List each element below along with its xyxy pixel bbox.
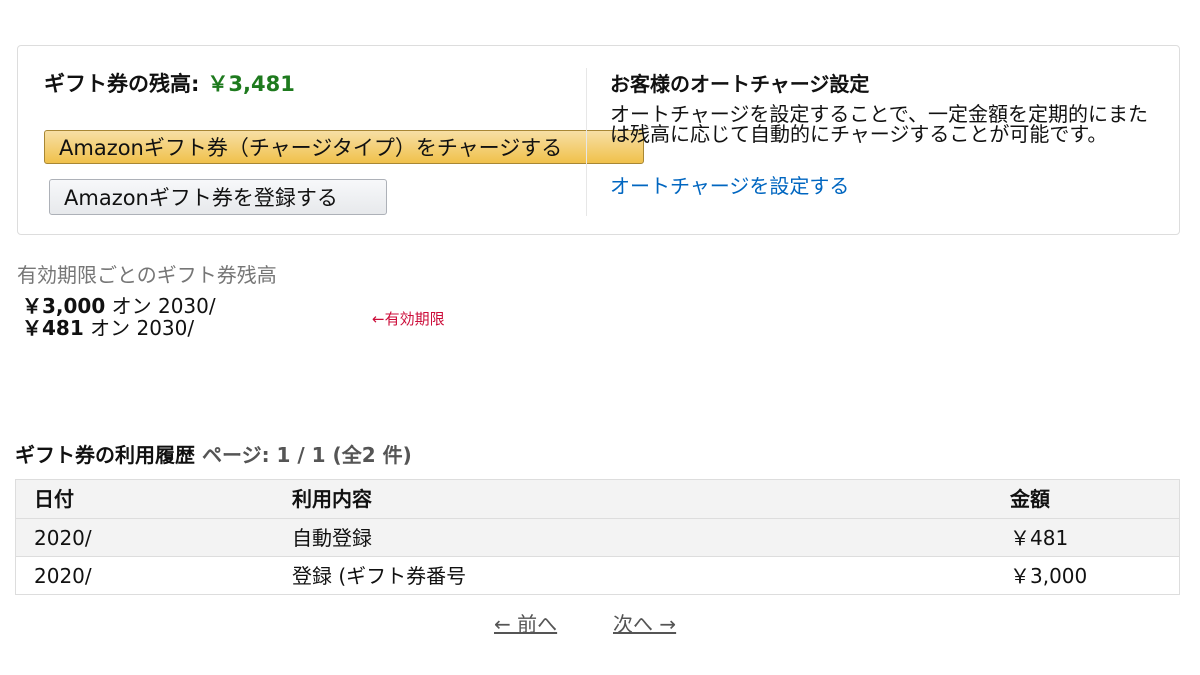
pagination-next[interactable]: 次へ → [613,608,676,637]
row-amount: ￥3,000 [1010,564,1088,588]
expiry-date: オン 2030/ [83,316,195,340]
column-header-amount: 金額 [1010,487,1050,511]
row-description: 自動登録 [292,526,372,550]
auto-charge-description: オートチャージを設定することで、一定金額を定期的にまたは残高に応じて自動的にチャ… [610,102,1148,146]
row-amount: ￥481 [1010,526,1069,550]
expiry-annotation: ←有効期限 [372,310,445,328]
redaction-mask [500,559,763,587]
column-header-date: 日付 [34,487,74,511]
history-title: ギフト券の利用履歴 ページ: 1 / 1 (全2 件) [15,439,412,468]
redaction-mask [226,318,316,338]
table-header: 日付 利用内容 金額 [16,480,1179,518]
expiry-row: ￥481 オン 2030/ [22,316,194,340]
balance-line: ギフト券の残高: ￥3,481 [44,68,295,98]
expiry-amount: ￥3,000 [22,294,106,318]
history-title-text: ギフト券の利用履歴 [15,443,195,467]
history-page-info: ページ: 1 / 1 (全2 件) [201,443,412,467]
expiry-amount: ￥481 [22,316,84,340]
balance-label: ギフト券の残高: [44,72,200,96]
auto-charge-setup-link[interactable]: オートチャージを設定する [610,170,849,199]
auto-charge-title: お客様のオートチャージ設定 [610,72,870,96]
redaction-mask [226,296,342,316]
redaction-mask [106,559,211,587]
gift-balance-card: ギフト券の残高: ￥3,481 Amazonギフト券（チャージタイプ）をチャージす… [17,45,1180,235]
column-header-description: 利用内容 [292,487,372,511]
pagination-prev[interactable]: ← 前へ [494,608,557,637]
register-gift-card-button[interactable]: Amazonギフト券を登録する [49,179,387,215]
charge-gift-card-button[interactable]: Amazonギフト券（チャージタイプ）をチャージする [44,130,644,164]
expiry-row: ￥3,000 オン 2030/ [22,294,216,318]
expiry-heading: 有効期限ごとのギフト券残高 [17,263,277,287]
row-description: 登録 (ギフト券番号 [292,564,467,588]
expiry-date: オン 2030/ [105,294,216,318]
table-row: 2020/ 自動登録 ￥481 [16,518,1179,556]
card-divider [586,68,587,216]
balance-amount: ￥3,481 [207,72,295,96]
row-date: 2020/ [34,564,92,588]
row-date: 2020/ [34,526,92,550]
